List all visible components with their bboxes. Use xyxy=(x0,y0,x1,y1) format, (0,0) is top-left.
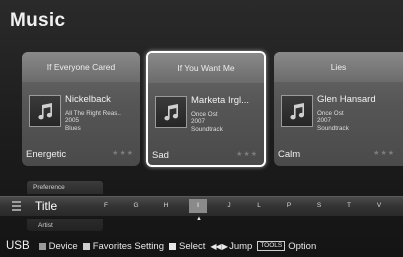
select-hint[interactable]: Select xyxy=(169,241,205,252)
song-title: Lies xyxy=(274,52,403,82)
song-title: If You Want Me xyxy=(148,53,264,83)
song-mood: Energetic xyxy=(26,149,67,160)
music-note-icon xyxy=(164,104,179,121)
song-meta: All The Right Reas.. 2005 Blues xyxy=(65,110,121,132)
sort-option-next[interactable]: Artist xyxy=(38,222,53,229)
jump-letter[interactable]: J xyxy=(222,202,236,209)
tools-key-icon: TOOLS xyxy=(257,241,286,251)
list-sort-icon xyxy=(12,201,21,211)
song-year: 2007 xyxy=(317,117,332,125)
song-artist: Glen Hansard xyxy=(317,94,376,105)
device-hint[interactable]: Device xyxy=(38,240,78,252)
song-rating: ★★★ xyxy=(373,150,395,157)
page-title: Music xyxy=(10,10,66,31)
enter-key-icon xyxy=(169,242,176,250)
album-art-icon xyxy=(155,96,187,128)
album-art-icon xyxy=(281,95,313,127)
option-hint[interactable]: TOOLS Option xyxy=(257,241,316,252)
song-genre: Soundtrack xyxy=(191,125,223,133)
jump-letter[interactable]: S xyxy=(312,202,326,209)
jump-letter[interactable]: G xyxy=(129,202,143,209)
jump-letter[interactable]: F xyxy=(99,202,113,209)
jump-letter[interactable]: P xyxy=(282,202,296,209)
sort-current[interactable]: Title xyxy=(35,199,57,213)
jump-letter[interactable]: L xyxy=(252,202,266,209)
music-note-icon xyxy=(38,103,53,120)
jump-letter-selected[interactable]: I xyxy=(189,199,207,213)
jump-letter[interactable]: T xyxy=(342,202,356,209)
gray-key-icon xyxy=(38,242,46,250)
song-mood: Sad xyxy=(152,150,169,161)
sort-option-prev[interactable]: Preference xyxy=(33,184,65,191)
song-album: Once Ost xyxy=(317,110,344,117)
song-card-2[interactable]: If You Want Me Marketa Irgl... Once Ost … xyxy=(146,51,266,167)
jump-hint[interactable]: ◀◀ ▶ Jump xyxy=(210,241,252,252)
song-meta: Once Ost 2007 Soundtrack xyxy=(317,110,349,132)
jump-letter[interactable]: V xyxy=(372,202,386,209)
song-card-3[interactable]: Lies Glen Hansard Once Ost 2007 Soundtra… xyxy=(274,52,403,166)
sort-bar: Title F G H I J L P S T V xyxy=(0,196,403,216)
song-genre: Soundtrack xyxy=(317,124,349,132)
jump-arrows-icon: ◀◀ ▶ xyxy=(210,241,228,251)
song-album: All The Right Reas.. xyxy=(65,110,121,117)
song-meta: Once Ost 2007 Soundtrack xyxy=(191,111,223,133)
song-rating: ★★★ xyxy=(112,150,134,157)
song-artist: Nickelback xyxy=(65,94,111,105)
favorites-hint[interactable]: Favorites Setting xyxy=(82,240,164,252)
help-bar: USB Device Favorites Setting Select ◀◀ ▶… xyxy=(0,235,403,257)
song-year: 2005 xyxy=(65,117,80,125)
song-year: 2007 xyxy=(191,118,206,126)
song-rating: ★★★ xyxy=(236,151,258,158)
jump-letter[interactable]: H xyxy=(159,202,173,209)
music-note-icon xyxy=(290,103,305,120)
song-card-1[interactable]: If Everyone Cared Nickelback All The Rig… xyxy=(22,52,140,166)
album-art-icon xyxy=(29,95,61,127)
song-album: Once Ost xyxy=(191,111,218,118)
song-title: If Everyone Cared xyxy=(22,52,140,82)
source-label: USB xyxy=(6,240,30,252)
option-label: Option xyxy=(288,240,317,252)
device-label: Device xyxy=(48,240,78,252)
song-artist: Marketa Irgl... xyxy=(191,95,250,106)
jump-label: Jump xyxy=(229,240,253,252)
select-label: Select xyxy=(179,240,206,252)
letter-pointer-icon: ▲ xyxy=(196,216,202,222)
song-mood: Calm xyxy=(278,149,301,160)
song-genre: Blues xyxy=(65,124,81,132)
light-key-icon xyxy=(82,242,90,250)
favorites-label: Favorites Setting xyxy=(92,240,164,252)
